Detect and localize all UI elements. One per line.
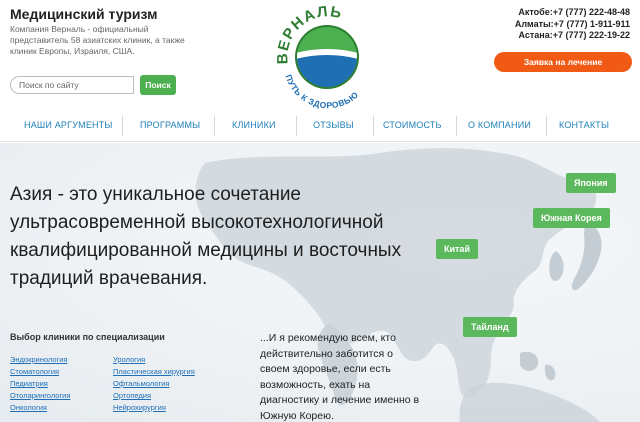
- treatment-request-button[interactable]: Заявка на лечение: [494, 52, 632, 72]
- country-tag-china[interactable]: Китай: [436, 239, 478, 259]
- country-tag-thailand[interactable]: Тайланд: [463, 317, 517, 337]
- contact-almaty[interactable]: Алматы:+7 (777) 1-911-911: [515, 19, 630, 31]
- spec-link-urology[interactable]: Урология: [113, 354, 195, 366]
- brand-title: Медицинский туризм: [10, 6, 158, 22]
- brand-description: Компания Верналь - официальный представи…: [10, 24, 185, 56]
- country-tag-south-korea[interactable]: Южная Корея: [533, 208, 610, 228]
- nav-reviews[interactable]: ОТЗЫВЫ: [313, 120, 354, 130]
- nav-about[interactable]: О КОМПАНИИ: [468, 120, 531, 130]
- search-input[interactable]: [10, 76, 134, 94]
- nav-arguments[interactable]: НАШИ АРГУМЕНТЫ: [24, 120, 113, 130]
- specialization-title: Выбор клиники по специализации: [10, 332, 165, 342]
- search-form: Поиск: [10, 75, 176, 95]
- nav-cost[interactable]: СТОИМОСТЬ: [383, 120, 442, 130]
- contact-astana[interactable]: Астана:+7 (777) 222-19-22: [515, 30, 630, 42]
- specialization-list-right: Урология Пластическая хирургия Офтальмол…: [113, 354, 195, 414]
- country-tag-japan[interactable]: Япония: [566, 173, 616, 193]
- nav-clinics[interactable]: КЛИНИКИ: [232, 120, 276, 130]
- testimonial-quote: ...И я рекомендую всем, кто действительн…: [260, 332, 420, 422]
- nav-contacts[interactable]: КОНТАКТЫ: [559, 120, 609, 130]
- hero-title: Азия - это уникальное сочетание ультрасо…: [10, 184, 402, 289]
- spec-link-otolaryngology[interactable]: Отоларингология: [10, 390, 70, 402]
- search-button[interactable]: Поиск: [140, 75, 176, 95]
- spec-link-ophthalmology[interactable]: Офтальмология: [113, 378, 195, 390]
- spec-link-neurosurgery[interactable]: Нейрохирургия: [113, 402, 195, 414]
- spec-link-oncology[interactable]: Онкология: [10, 402, 70, 414]
- hero-section: Азия - это уникальное сочетание ультрасо…: [0, 143, 640, 422]
- spec-link-endocrinology[interactable]: Эндокринология: [10, 354, 70, 366]
- spec-link-plastic-surgery[interactable]: Пластическая хирургия: [113, 366, 195, 378]
- spec-link-orthopedics[interactable]: Ортопедия: [113, 390, 195, 402]
- main-nav: НАШИ АРГУМЕНТЫ ПРОГРАММЫ КЛИНИКИ ОТЗЫВЫ …: [0, 110, 640, 142]
- specialization-list-left: Эндокринология Стоматология Педиатрия От…: [10, 354, 70, 414]
- contact-aktobe[interactable]: Актобе:+7 (777) 222-48-48: [515, 7, 630, 19]
- spec-link-dentistry[interactable]: Стоматология: [10, 366, 70, 378]
- spec-link-pediatrics[interactable]: Педиатрия: [10, 378, 70, 390]
- vernal-logo[interactable]: ВЕРНАЛЬ ПУТЬ К ЗДОРОВЬЮ: [272, 2, 382, 110]
- contact-phones: Актобе:+7 (777) 222-48-48 Алматы:+7 (777…: [515, 7, 630, 42]
- nav-programs[interactable]: ПРОГРАММЫ: [140, 120, 200, 130]
